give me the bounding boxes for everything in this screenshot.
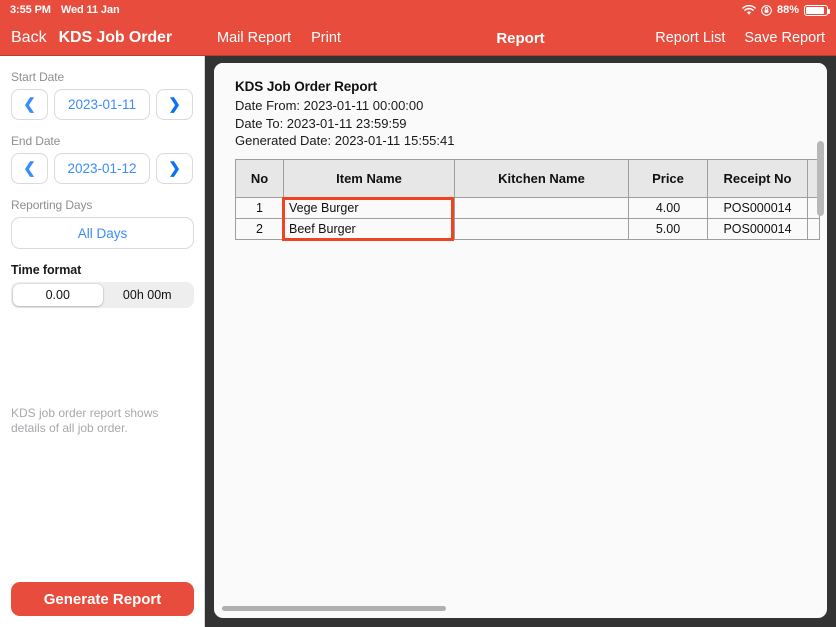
column-header-price: Price — [628, 158, 708, 198]
report-title: KDS Job Order Report — [235, 79, 378, 94]
start-date-label: Start Date — [11, 70, 65, 84]
chevron-right-icon: ❯ — [168, 96, 181, 113]
cell-item-name: Vege Burger — [283, 196, 455, 219]
report-table-body: 1 Vege Burger 4.00 POS000014 2 Beef Burg… — [235, 196, 820, 240]
time-format-option-hhmm[interactable]: 00h 00m — [103, 284, 193, 306]
time-format-label: Time format — [11, 263, 82, 277]
status-bar-time: 3:55 PM — [10, 4, 51, 16]
report-header: KDS Job Order Report Date From: 2023-01-… — [214, 63, 827, 159]
cell-item-name: Beef Burger — [283, 217, 455, 240]
app-root: 3:55 PM Wed 11 Jan 88% Back KDS Job Orde… — [0, 0, 836, 627]
rotation-lock-icon — [761, 4, 772, 16]
report-date-from: Date From: 2023-01-11 00:00:00 — [235, 98, 424, 113]
navigation-bar-left: Back KDS Job Order — [0, 20, 205, 56]
print-button[interactable]: Print — [311, 30, 341, 46]
battery-percent-label: 88% — [776, 4, 799, 16]
table-row: 2 Beef Burger 5.00 POS000014 — [235, 217, 820, 240]
mail-report-button[interactable]: Mail Report — [217, 30, 291, 46]
navigation-bar-right: Mail Report Print Report Report List Sav… — [205, 20, 836, 56]
end-date-next-button[interactable]: ❯ — [156, 153, 193, 184]
reporting-days-label: Reporting Days — [11, 198, 93, 212]
table-row: 1 Vege Burger 4.00 POS000014 — [235, 196, 820, 219]
end-date-field[interactable]: 2023-01-12 — [54, 153, 150, 184]
status-bar-indicators: 88% — [742, 4, 831, 16]
screen-title: KDS Job Order — [58, 29, 172, 46]
report-vertical-scrollbar[interactable] — [817, 141, 824, 216]
cell-kitchen-name — [454, 196, 629, 219]
sidebar: Start Date ❮ 2023-01-11 ❯ End Date ❮ 202… — [0, 56, 205, 627]
column-header-receipt-no: Receipt No — [707, 158, 808, 198]
time-format-option-decimal[interactable]: 0.00 — [13, 284, 103, 306]
back-button[interactable]: Back — [11, 29, 47, 47]
start-date-next-button[interactable]: ❯ — [156, 89, 193, 120]
report-generated-date: Generated Date: 2023-01-11 15:55:41 — [235, 133, 455, 148]
report-viewer: KDS Job Order Report Date From: 2023-01-… — [205, 56, 836, 627]
column-header-no: No — [235, 158, 284, 198]
time-format-segmented-control[interactable]: 0.00 00h 00m — [11, 282, 194, 308]
column-header-kitchen-name: Kitchen Name — [454, 158, 629, 198]
page-title: Report — [496, 29, 545, 47]
end-date-row: ❮ 2023-01-12 ❯ — [11, 153, 193, 184]
cell-receipt-no: POS000014 — [707, 196, 808, 219]
navigation-bar: Back KDS Job Order Mail Report Print Rep… — [0, 20, 836, 56]
start-date-row: ❮ 2023-01-11 ❯ — [11, 89, 193, 120]
chevron-left-icon: ❮ — [23, 96, 36, 113]
cell-price: 5.00 — [628, 217, 708, 240]
cell-price: 4.00 — [628, 196, 708, 219]
chevron-left-icon: ❮ — [23, 160, 36, 177]
cell-kitchen-name — [454, 217, 629, 240]
cell-no: 2 — [235, 217, 284, 240]
cell-receipt-no: POS000014 — [707, 217, 808, 240]
wifi-icon — [742, 4, 756, 16]
report-table-container: No Item Name Kitchen Name Price Receipt … — [235, 158, 820, 241]
report-table: No Item Name Kitchen Name Price Receipt … — [235, 158, 820, 240]
generate-report-button[interactable]: Generate Report — [11, 582, 194, 616]
start-date-field[interactable]: 2023-01-11 — [54, 89, 150, 120]
report-panel: KDS Job Order Report Date From: 2023-01-… — [214, 63, 827, 618]
column-header-item-name: Item Name — [283, 158, 455, 198]
status-bar: 3:55 PM Wed 11 Jan 88% — [0, 0, 836, 20]
cell-no: 1 — [235, 196, 284, 219]
reporting-days-button[interactable]: All Days — [11, 217, 194, 249]
report-horizontal-scrollbar[interactable] — [222, 606, 446, 611]
cell-overflow — [807, 217, 820, 240]
save-report-button[interactable]: Save Report — [744, 30, 825, 46]
battery-icon — [804, 4, 831, 16]
end-date-label: End Date — [11, 134, 61, 148]
end-date-prev-button[interactable]: ❮ — [11, 153, 48, 184]
report-list-button[interactable]: Report List — [655, 30, 725, 46]
chevron-right-icon: ❯ — [168, 160, 181, 177]
table-header-row: No Item Name Kitchen Name Price Receipt … — [235, 158, 820, 198]
report-date-to: Date To: 2023-01-11 23:59:59 — [235, 115, 407, 131]
sidebar-hint-text: KDS job order report shows details of al… — [11, 406, 159, 435]
status-bar-date: Wed 11 Jan — [60, 4, 120, 16]
start-date-prev-button[interactable]: ❮ — [11, 89, 48, 120]
report-table-head: No Item Name Kitchen Name Price Receipt … — [235, 158, 820, 198]
